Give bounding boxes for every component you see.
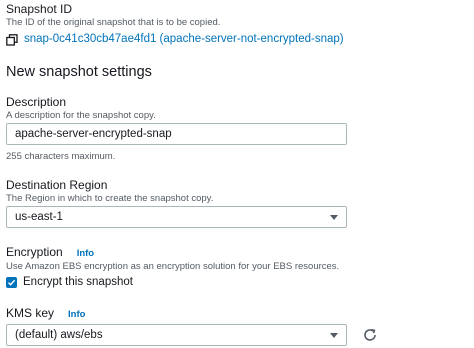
copy-icon[interactable] — [6, 33, 18, 46]
encryption-label: Encryption — [6, 245, 63, 259]
kms-key-info-link[interactable]: Info — [68, 309, 85, 320]
check-icon — [7, 279, 16, 286]
snapshot-id-description: The ID of the original snapshot that is … — [6, 17, 221, 28]
description-input[interactable]: apache-server-encrypted-snap — [6, 123, 347, 145]
description-help: A description for the snapshot copy. — [6, 110, 156, 121]
destination-region-select[interactable]: us-east-1 — [6, 206, 347, 228]
kms-key-value: (default) aws/ebs — [15, 329, 103, 341]
encryption-help: Use Amazon EBS encryption as an encrypti… — [6, 261, 340, 272]
destination-region-help: The Region in which to create the snapsh… — [6, 193, 214, 204]
chevron-down-icon — [330, 214, 338, 220]
destination-region-label: Destination Region — [6, 178, 108, 192]
chevron-down-icon — [330, 332, 338, 338]
kms-key-select[interactable]: (default) aws/ebs — [6, 324, 347, 346]
destination-region-value: us-east-1 — [15, 211, 63, 223]
section-title: New snapshot settings — [6, 64, 152, 80]
description-label: Description — [6, 95, 67, 109]
encrypt-checkbox-label: Encrypt this snapshot — [23, 276, 133, 288]
snapshot-id-label: Snapshot ID — [6, 2, 73, 16]
encryption-header: Encryption Info — [6, 245, 94, 259]
description-hint: 255 characters maximum. — [6, 151, 116, 162]
refresh-icon[interactable] — [362, 327, 378, 343]
snapshot-id-value: snap-0c41c30cb47ae4fd1 (apache-server-no… — [24, 33, 344, 45]
kms-key-label: KMS key — [6, 306, 55, 320]
snapshot-id-row: snap-0c41c30cb47ae4fd1 (apache-server-no… — [6, 33, 344, 46]
kms-key-header: KMS key Info — [6, 306, 85, 320]
encryption-info-link[interactable]: Info — [77, 248, 94, 259]
encrypt-checkbox-row[interactable]: Encrypt this snapshot — [6, 276, 133, 288]
encrypt-checkbox[interactable] — [6, 276, 17, 288]
